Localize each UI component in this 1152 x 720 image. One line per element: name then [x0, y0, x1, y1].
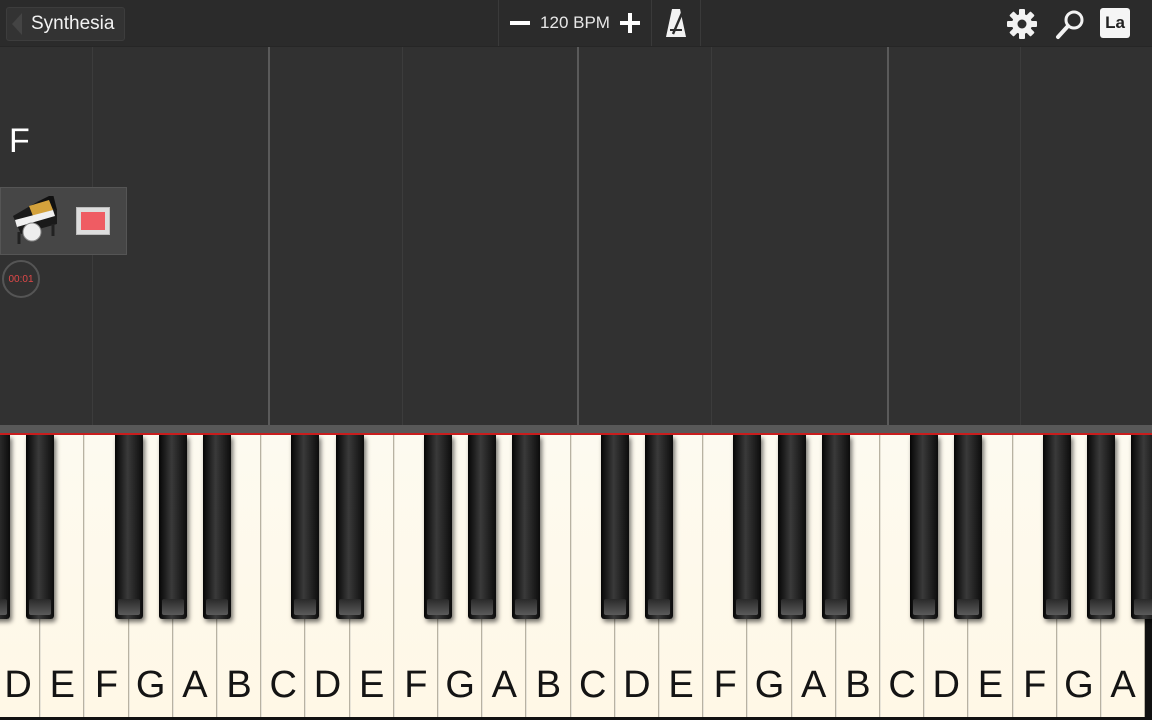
black-key[interactable]	[291, 435, 320, 619]
current-note-label: F	[9, 122, 30, 160]
black-key[interactable]	[910, 435, 939, 619]
search-icon	[1056, 10, 1084, 39]
black-key[interactable]	[733, 435, 762, 619]
key-label: G	[445, 664, 475, 706]
key-label: F	[1023, 664, 1047, 706]
back-button-label: Synthesia	[31, 13, 115, 34]
key-label: F	[404, 664, 428, 706]
key-label: D	[313, 664, 342, 706]
gear-icon	[1007, 9, 1037, 39]
key-label: E	[668, 664, 694, 706]
key-label: D	[623, 664, 651, 706]
black-key[interactable]	[645, 435, 673, 619]
tempo-control: 120 BPM	[498, 0, 652, 46]
key-label: D	[932, 664, 960, 706]
plus-icon[interactable]	[618, 11, 642, 35]
key-label: D	[4, 664, 32, 706]
key-label: A	[491, 664, 517, 706]
key-label: E	[977, 664, 1004, 706]
black-key[interactable]	[1087, 435, 1115, 619]
key-label: A	[801, 664, 827, 706]
metronome-icon	[666, 9, 686, 37]
black-key[interactable]	[954, 435, 983, 619]
language-label: La	[1105, 13, 1125, 32]
grid-line-major	[887, 47, 889, 425]
language-icon[interactable]: La	[1100, 8, 1130, 38]
black-key[interactable]	[158, 435, 187, 619]
key-label: G	[1064, 664, 1094, 706]
key-label: A	[182, 664, 208, 706]
black-key[interactable]	[512, 435, 541, 619]
settings-button[interactable]	[1006, 8, 1038, 40]
grid-line-major	[577, 47, 579, 425]
grid-line	[711, 47, 712, 425]
grid-line-major	[268, 47, 270, 425]
key-label: A	[1110, 664, 1136, 706]
black-key[interactable]	[468, 435, 497, 619]
search-button[interactable]	[1054, 8, 1086, 40]
key-label: C	[888, 664, 916, 706]
key-label: C	[578, 664, 607, 706]
key-label: G	[135, 664, 166, 706]
black-key[interactable]	[600, 435, 629, 619]
chevron-left-icon	[12, 13, 22, 35]
black-key[interactable]	[114, 435, 143, 619]
recording-timer: 00:01	[2, 260, 40, 298]
black-key[interactable]	[1131, 435, 1152, 619]
black-key[interactable]	[1042, 435, 1071, 619]
key-label: F	[94, 664, 119, 706]
grid-line	[1020, 47, 1021, 425]
key-label: B	[535, 664, 562, 706]
key-label: F	[713, 664, 737, 706]
black-key[interactable]	[26, 435, 55, 619]
black-key[interactable]	[0, 435, 10, 619]
bpm-value: 120 BPM	[540, 13, 610, 32]
record-button[interactable]	[76, 207, 110, 235]
back-button[interactable]: Synthesia	[6, 7, 126, 41]
piano-keyboard: DEFGABCDEFGABCDEFGABCDEFGA	[0, 435, 1152, 720]
key-label: E	[359, 664, 385, 706]
black-key[interactable]	[777, 435, 806, 619]
top-bar: Synthesia 120 BPM La	[0, 0, 1152, 47]
black-key[interactable]	[424, 435, 452, 619]
note-roll-area: F	[0, 47, 1152, 425]
minus-icon[interactable]	[508, 11, 532, 35]
grid-line	[402, 47, 403, 425]
key-label: C	[269, 664, 297, 706]
black-key[interactable]	[203, 435, 231, 619]
key-label: B	[226, 664, 252, 706]
key-label: E	[49, 664, 75, 706]
keyboard-divider	[0, 425, 1152, 433]
record-stop-icon	[81, 212, 105, 230]
key-label: G	[754, 664, 785, 706]
black-key[interactable]	[821, 435, 850, 619]
black-key[interactable]	[335, 435, 364, 619]
metronome-button[interactable]	[652, 0, 701, 46]
key-label: B	[845, 664, 871, 706]
grand-piano-icon[interactable]	[9, 194, 61, 246]
